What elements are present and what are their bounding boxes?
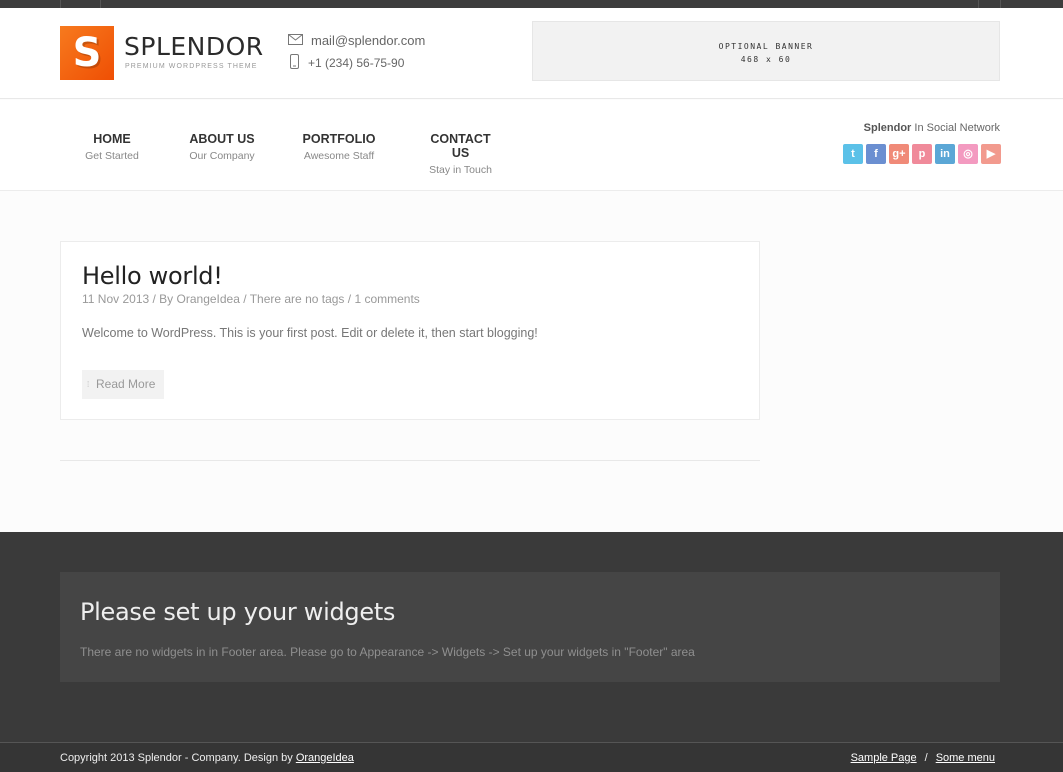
top-strip-divider	[60, 0, 61, 8]
envelope-icon	[288, 33, 303, 48]
nav-item-subtitle: Get Started	[85, 150, 139, 162]
read-more-label: Read More	[96, 377, 156, 391]
content-divider	[60, 460, 760, 461]
post-author-link[interactable]: OrangeIdea	[177, 292, 240, 306]
nav-item-portfolio[interactable]: PORTFOLIO Awesome Staff	[302, 132, 376, 162]
post-title[interactable]: Hello world!	[82, 262, 223, 290]
post-comments-link[interactable]: 1 comments	[354, 292, 419, 306]
nav-item-home[interactable]: HOME Get Started	[85, 132, 139, 162]
site-tagline: PREMIUM WORDPRESS THEME	[125, 63, 258, 70]
copyright-text: Copyright 2013 Splendor - Company. Desig…	[60, 752, 296, 764]
logo-mark[interactable]: S	[60, 26, 114, 80]
read-more-button[interactable]: ⁞ Read More	[82, 370, 164, 399]
logo-letter: S	[72, 30, 102, 76]
nav-item-about[interactable]: ABOUT US Our Company	[186, 132, 258, 162]
social-heading-brand: Splendor	[863, 122, 912, 134]
youtube-icon[interactable]: ▶	[981, 144, 1001, 164]
copyright: Copyright 2013 Splendor - Company. Desig…	[60, 752, 354, 764]
site-footer: Please set up your widgets There are no …	[0, 532, 1063, 772]
footer-link-some-menu[interactable]: Some menu	[936, 752, 995, 764]
post-tags: There are no tags	[249, 292, 345, 306]
banner-label: OPTIONAL BANNER	[718, 42, 814, 51]
footer-widget-area: Please set up your widgets There are no …	[60, 572, 1000, 682]
meta-separator: /	[239, 292, 250, 306]
designer-link[interactable]: OrangeIdea	[296, 752, 354, 764]
footer-bottom-bar: Copyright 2013 Splendor - Company. Desig…	[0, 742, 1063, 772]
arrow-right-icon: ⁞	[87, 380, 90, 389]
optional-banner[interactable]: OPTIONAL BANNER 468 x 60	[532, 21, 1000, 81]
top-strip-divider	[978, 0, 979, 8]
meta-by: / By	[149, 292, 177, 306]
nav-item-contact[interactable]: CONTACT US Stay in Touch	[422, 132, 499, 176]
blog-post: Hello world! 11 Nov 2013 / By OrangeIdea…	[60, 241, 760, 420]
email-text: mail@splendor.com	[311, 33, 426, 49]
post-excerpt: Welcome to WordPress. This is your first…	[82, 326, 538, 340]
top-strip	[0, 0, 1063, 8]
phone-icon	[290, 54, 299, 72]
footer-link-sample-page[interactable]: Sample Page	[851, 752, 917, 764]
nav-item-title: PORTFOLIO	[302, 132, 376, 146]
site-header: S SPLENDOR PREMIUM WORDPRESS THEME mail@…	[0, 8, 1063, 99]
widget-text: There are no widgets in in Footer area. …	[80, 645, 695, 659]
nav-item-title: HOME	[93, 132, 131, 146]
nav-item-subtitle: Awesome Staff	[303, 150, 375, 162]
top-strip-divider	[1000, 0, 1001, 8]
nav-item-title: ABOUT US	[189, 132, 255, 146]
twitter-icon[interactable]: t	[843, 144, 863, 164]
nav-item-title: CONTACT US	[430, 132, 491, 160]
nav-item-subtitle: Our Company	[189, 150, 255, 162]
google-plus-icon[interactable]: g+	[889, 144, 909, 164]
social-heading: Splendor In Social Network	[864, 122, 1000, 134]
social-heading-text: In Social Network	[911, 122, 1000, 134]
dribbble-icon[interactable]: ◎	[958, 144, 978, 164]
facebook-icon[interactable]: f	[866, 144, 886, 164]
main-navigation: HOME Get Started ABOUT US Our Company PO…	[0, 100, 1063, 191]
banner-size: 468 x 60	[740, 55, 792, 64]
contact-phone: +1 (234) 56-75-90	[288, 54, 404, 72]
post-date: 11 Nov 2013	[82, 292, 150, 306]
nav-item-subtitle: Stay in Touch	[429, 164, 492, 176]
linkedin-icon[interactable]: in	[935, 144, 955, 164]
site-name[interactable]: SPLENDOR	[124, 32, 264, 61]
footer-menu: Sample Page / Some menu	[851, 752, 995, 764]
widget-title: Please set up your widgets	[80, 598, 396, 626]
top-strip-divider	[100, 0, 101, 8]
post-meta: 11 Nov 2013 / By OrangeIdea / There are …	[82, 292, 420, 306]
phone-text: +1 (234) 56-75-90	[308, 56, 405, 70]
footer-link-separator: /	[924, 752, 928, 764]
contact-email: mail@splendor.com	[288, 32, 425, 48]
pinterest-icon[interactable]: p	[912, 144, 932, 164]
meta-separator: /	[344, 292, 355, 306]
